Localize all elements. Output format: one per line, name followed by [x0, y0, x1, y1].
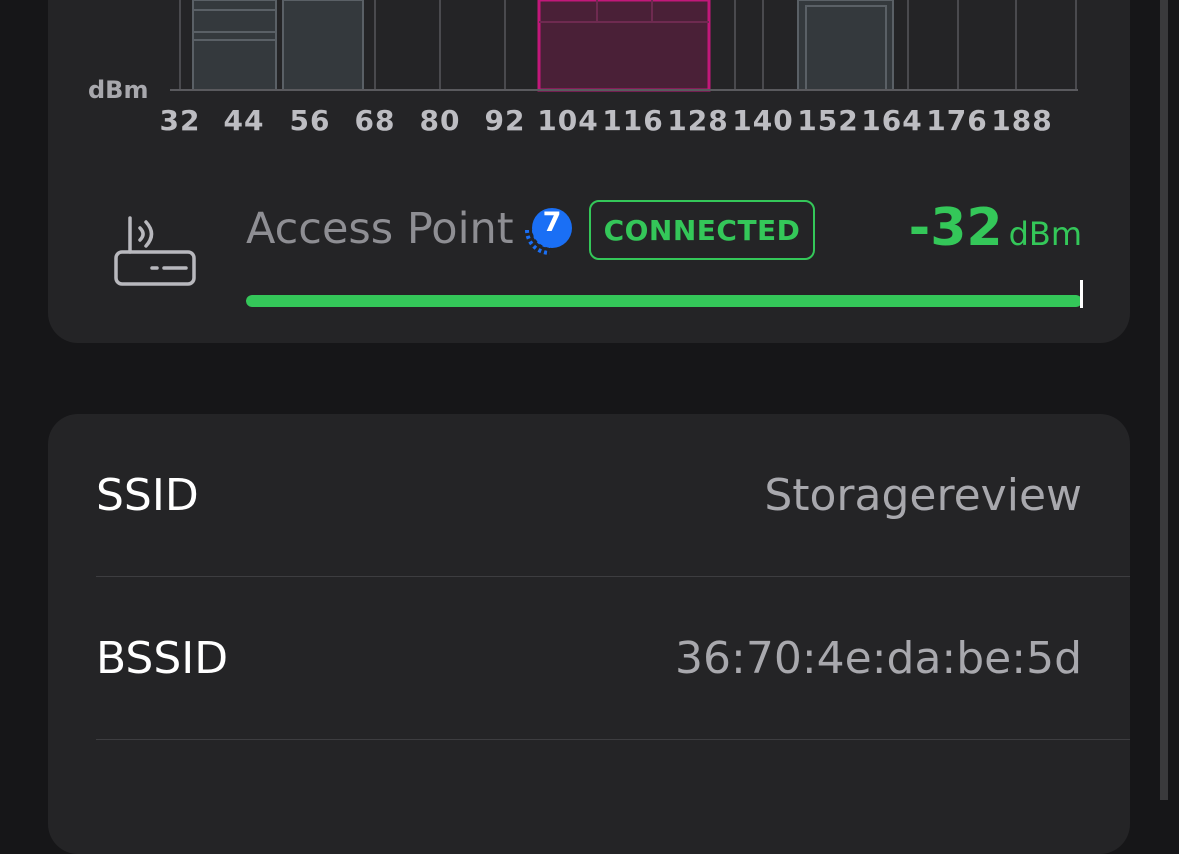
- wifi-generation-label: 7: [542, 207, 562, 238]
- x-tick: 92: [484, 104, 526, 137]
- signal-strength-bar: [246, 295, 1082, 307]
- network-band-1: [192, 0, 277, 91]
- x-tick: 140: [732, 104, 794, 137]
- divider: [96, 739, 1130, 740]
- access-point-name: Access Point: [246, 204, 514, 254]
- bssid-row[interactable]: BSSID 36:70:4e:da:be:5d: [96, 577, 1130, 739]
- signal-strength-value: -32: [908, 198, 1003, 258]
- signal-strength: -32 dBm: [909, 198, 1082, 258]
- network-band-2: [282, 0, 364, 91]
- x-tick: 68: [354, 104, 396, 137]
- x-tick: 152: [797, 104, 859, 137]
- connected-network-band: [537, 0, 711, 92]
- x-tick: 164: [861, 104, 923, 137]
- x-tick: 188: [991, 104, 1053, 137]
- bssid-value: 36:70:4e:da:be:5d: [675, 632, 1082, 684]
- x-axis-ticks: 32 44 56 68 80 92 104 116 128 140 152 16…: [0, 104, 1179, 140]
- y-axis-unit: dBm: [88, 76, 149, 104]
- bssid-label: BSSID: [96, 632, 229, 684]
- ssid-row[interactable]: SSID Storagereview: [96, 414, 1130, 576]
- x-tick: 32: [159, 104, 201, 137]
- signal-strength-fill: [246, 295, 1082, 307]
- x-tick: 116: [602, 104, 664, 137]
- signal-strength-marker: [1080, 280, 1083, 308]
- ssid-value: Storagereview: [764, 469, 1082, 521]
- x-tick: 176: [926, 104, 988, 137]
- x-tick: 56: [289, 104, 331, 137]
- router-icon: [114, 216, 196, 286]
- signal-strength-unit: dBm: [1008, 215, 1082, 253]
- network-band-3: [797, 0, 894, 91]
- connected-badge: CONNECTED: [589, 200, 815, 260]
- x-tick: 80: [419, 104, 461, 137]
- scrollbar[interactable]: [1160, 0, 1168, 800]
- ssid-label: SSID: [96, 469, 199, 521]
- x-tick: 128: [667, 104, 729, 137]
- x-tick: 104: [537, 104, 599, 137]
- x-tick: 44: [223, 104, 265, 137]
